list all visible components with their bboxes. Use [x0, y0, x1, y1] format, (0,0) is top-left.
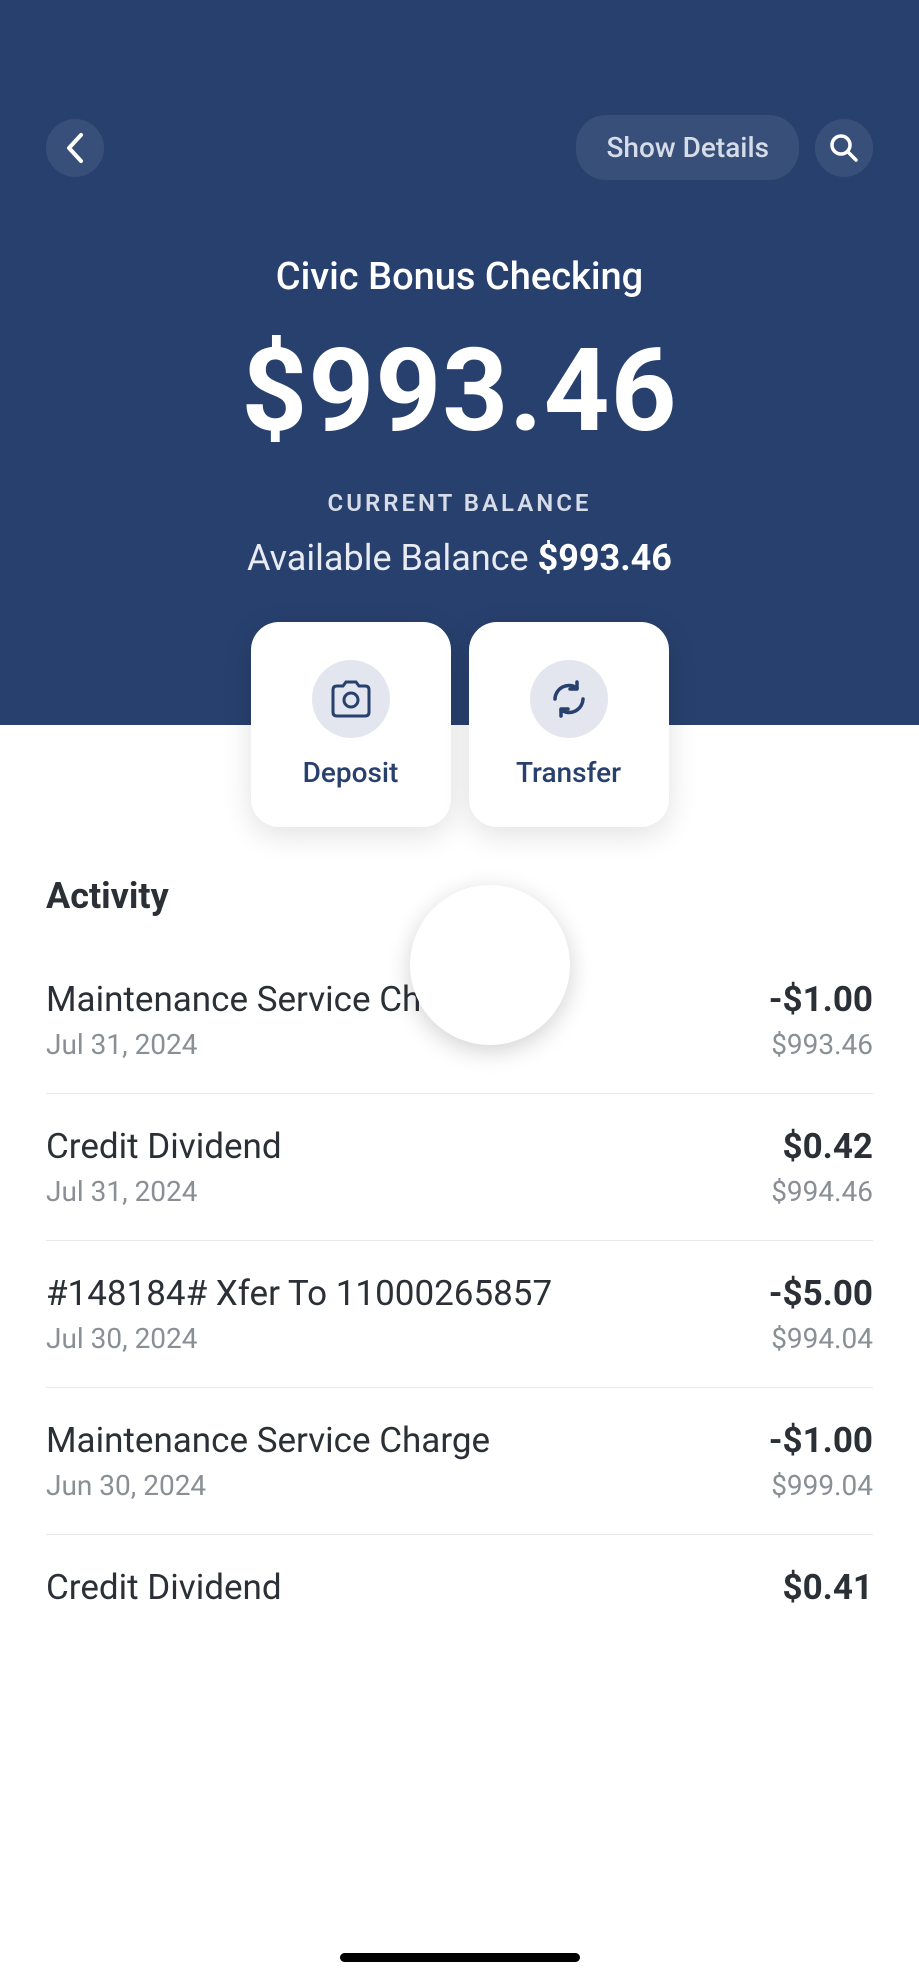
transaction-date: Jul 30, 2024 — [46, 1322, 749, 1355]
account-header: Show Details Civic Bonus Checking $993.4… — [0, 0, 919, 725]
current-balance-amount: $993.46 — [0, 324, 919, 459]
transaction-description: Credit Dividend — [46, 1126, 751, 1167]
transaction-description: Credit Dividend — [46, 1567, 763, 1608]
deposit-icon-container — [312, 660, 390, 738]
transaction-date: Jun 30, 2024 — [46, 1469, 749, 1502]
transaction-left: Credit Dividend — [46, 1567, 783, 1616]
transaction-amount: $0.41 — [783, 1567, 873, 1608]
transfer-label: Transfer — [516, 756, 621, 789]
transfer-icon — [547, 677, 591, 721]
top-right-controls: Show Details — [576, 115, 873, 180]
chevron-left-icon — [64, 131, 86, 165]
transaction-balance: $994.46 — [771, 1175, 873, 1208]
transaction-date: Jul 31, 2024 — [46, 1028, 749, 1061]
back-button[interactable] — [46, 119, 104, 177]
action-cards: Deposit Transfer — [0, 622, 919, 827]
transaction-left: Maintenance Service Charge Jul 31, 2024 — [46, 979, 769, 1061]
account-name: Civic Bonus Checking — [0, 255, 919, 299]
transaction-amount: -$1.00 — [769, 1420, 873, 1461]
transaction-right: -$5.00 $994.04 — [769, 1273, 873, 1355]
transaction-right: $0.42 $994.46 — [771, 1126, 873, 1208]
available-balance-label: Available Balance — [247, 537, 529, 579]
deposit-label: Deposit — [303, 756, 399, 789]
transfer-button[interactable]: Transfer — [469, 622, 669, 827]
transaction-amount: -$1.00 — [769, 979, 873, 1020]
home-indicator[interactable] — [340, 1953, 580, 1962]
transaction-description: Maintenance Service Charge — [46, 1420, 749, 1461]
transaction-amount: -$5.00 — [769, 1273, 873, 1314]
camera-icon — [329, 680, 373, 718]
top-bar: Show Details — [0, 115, 919, 180]
transaction-balance: $994.04 — [769, 1322, 873, 1355]
transaction-row[interactable]: Maintenance Service Charge Jun 30, 2024 … — [46, 1388, 873, 1535]
transaction-right: -$1.00 $999.04 — [769, 1420, 873, 1502]
transfer-icon-container — [530, 660, 608, 738]
current-balance-label: CURRENT BALANCE — [0, 489, 919, 517]
transaction-left: Maintenance Service Charge Jun 30, 2024 — [46, 1420, 769, 1502]
deposit-button[interactable]: Deposit — [251, 622, 451, 827]
transaction-description: #148184# Xfer To 11000265857 — [46, 1273, 749, 1314]
search-icon — [827, 131, 861, 165]
transaction-balance: $999.04 — [769, 1469, 873, 1502]
transaction-left: #148184# Xfer To 11000265857 Jul 30, 202… — [46, 1273, 769, 1355]
transaction-left: Credit Dividend Jul 31, 2024 — [46, 1126, 771, 1208]
activity-section: Activity Maintenance Service Charge Jul … — [0, 725, 919, 1648]
show-details-button[interactable]: Show Details — [576, 115, 799, 180]
floating-action-button[interactable] — [410, 885, 570, 1045]
transaction-amount: $0.42 — [771, 1126, 873, 1167]
available-balance: Available Balance $993.46 — [0, 537, 919, 579]
transaction-balance: $993.46 — [769, 1028, 873, 1061]
transaction-date: Jul 31, 2024 — [46, 1175, 751, 1208]
available-balance-amount: $993.46 — [538, 537, 672, 579]
transaction-right: -$1.00 $993.46 — [769, 979, 873, 1061]
transaction-right: $0.41 — [783, 1567, 873, 1616]
transaction-description: Maintenance Service Charge — [46, 979, 749, 1020]
transaction-row[interactable]: Credit Dividend $0.41 — [46, 1535, 873, 1648]
transaction-row[interactable]: #148184# Xfer To 11000265857 Jul 30, 202… — [46, 1241, 873, 1388]
transaction-row[interactable]: Credit Dividend Jul 31, 2024 $0.42 $994.… — [46, 1094, 873, 1241]
search-button[interactable] — [815, 119, 873, 177]
